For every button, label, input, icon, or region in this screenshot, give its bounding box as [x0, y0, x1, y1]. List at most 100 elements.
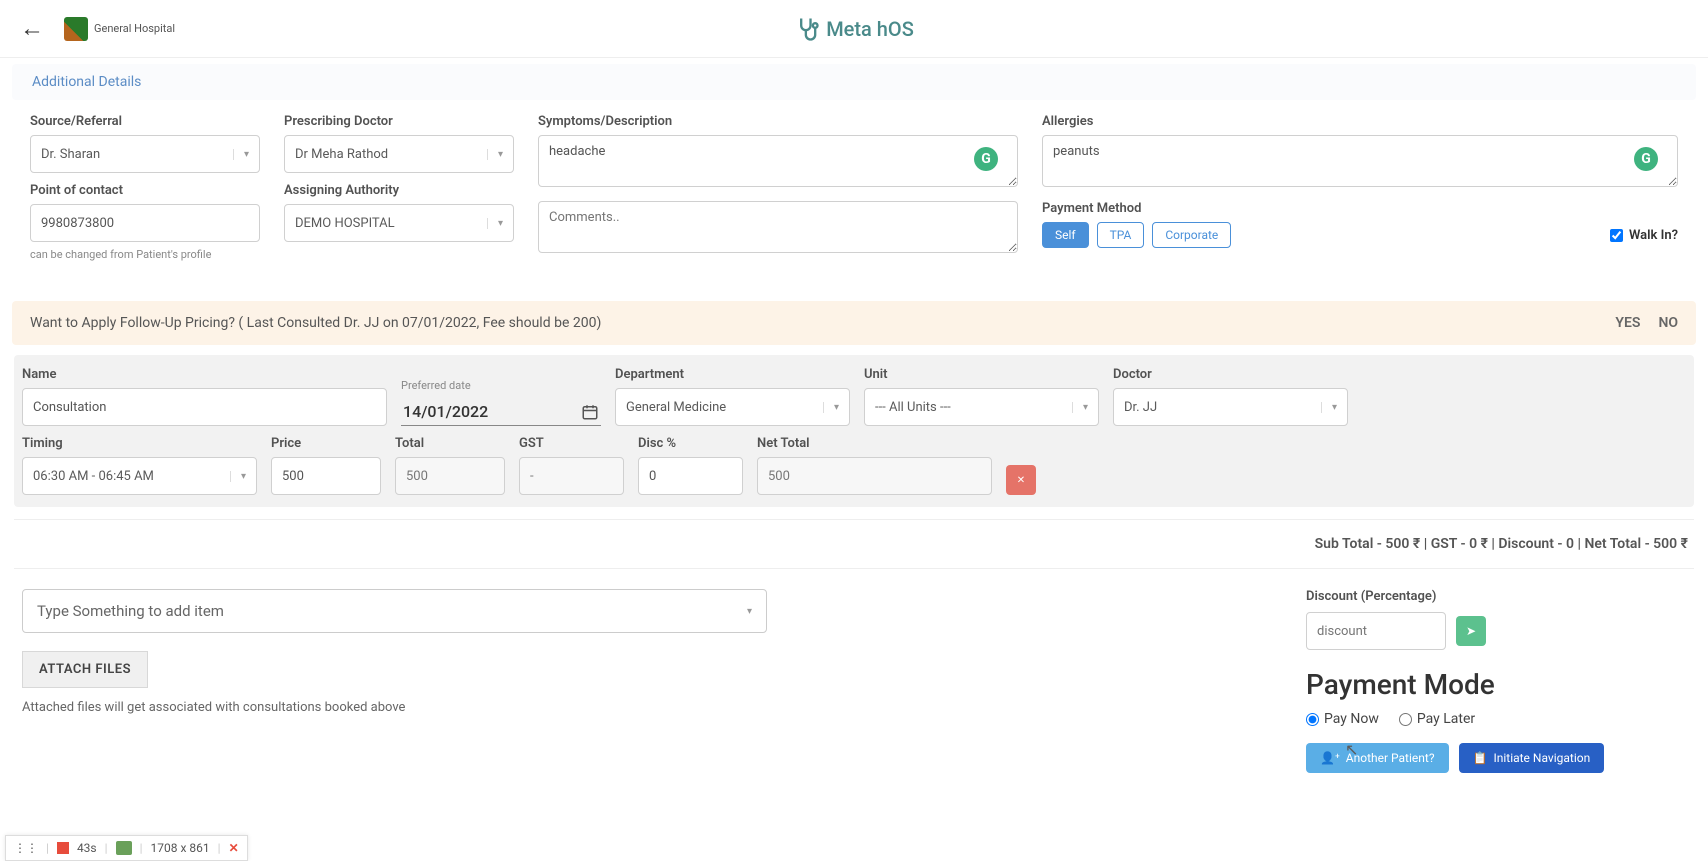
- select-doctor[interactable]: Dr. JJ ▾: [1113, 388, 1348, 426]
- label-gst: GST: [519, 436, 624, 451]
- label-prescribing-doctor: Prescribing Doctor: [284, 114, 514, 129]
- apply-discount-button[interactable]: ➤: [1456, 616, 1486, 646]
- label-discount: Discount (Percentage): [1306, 589, 1436, 604]
- label-assigning-authority: Assigning Authority: [284, 183, 514, 198]
- input-total: [395, 457, 505, 495]
- initiate-navigation-button[interactable]: 📋 Initiate Navigation: [1459, 743, 1605, 773]
- doctor-value: Dr. JJ: [1124, 400, 1157, 415]
- assigning-authority-value: DEMO HOSPITAL: [295, 216, 395, 231]
- grammarly-icon[interactable]: G: [974, 147, 998, 171]
- input-price[interactable]: [271, 457, 381, 495]
- select-source-referral[interactable]: Dr. Sharan ▾: [30, 135, 260, 173]
- prescribing-doctor-value: Dr Meha Rathod: [295, 147, 388, 162]
- divider: [14, 519, 1694, 520]
- totals-summary: Sub Total - 500 ₹ | GST - 0 ₹ | Discount…: [0, 532, 1708, 556]
- input-point-of-contact[interactable]: [30, 204, 260, 242]
- input-discount[interactable]: [1306, 612, 1446, 650]
- chevron-down-icon: ▾: [244, 149, 249, 160]
- label-payment-method: Payment Method: [1042, 201, 1678, 216]
- chevron-down-icon: ▾: [1083, 402, 1088, 413]
- calendar-icon: [581, 403, 599, 421]
- payment-mode-title: Payment Mode: [1306, 668, 1686, 701]
- payment-self-button[interactable]: Self: [1042, 222, 1089, 248]
- chevron-down-icon: ▾: [241, 471, 246, 482]
- label-item-name: Name: [22, 367, 387, 382]
- label-disc: Disc %: [638, 436, 743, 451]
- screen-recorder-bar[interactable]: ⋮⋮ | 43s | | 1708 x 861 | ✕: [5, 835, 248, 861]
- section-additional-details[interactable]: Additional Details: [12, 64, 1696, 100]
- input-net-total: [757, 457, 992, 495]
- label-preferred-date: Preferred date: [401, 379, 601, 392]
- close-icon[interactable]: ✕: [229, 841, 239, 855]
- divider: [14, 568, 1694, 569]
- department-value: General Medicine: [626, 400, 726, 415]
- select-prescribing-doctor[interactable]: Dr Meha Rathod ▾: [284, 135, 514, 173]
- user-plus-icon: 👤⁺: [1320, 751, 1340, 765]
- clipboard-icon: 📋: [1473, 751, 1488, 765]
- recorder-dimensions: 1708 x 861: [151, 841, 210, 855]
- attach-files-button[interactable]: ATTACH FILES: [22, 651, 148, 688]
- label-timing: Timing: [22, 436, 257, 451]
- brand-logo: Meta hOS: [794, 15, 914, 43]
- chevron-down-icon: ▾: [1332, 402, 1337, 413]
- grammarly-icon[interactable]: G: [1634, 147, 1658, 171]
- label-allergies: Allergies: [1042, 114, 1678, 129]
- walkin-checkbox-input[interactable]: [1610, 229, 1623, 242]
- label-total: Total: [395, 436, 505, 451]
- payment-corporate-button[interactable]: Corporate: [1152, 222, 1231, 248]
- hint-point-of-contact: can be changed from Patient's profile: [30, 248, 260, 261]
- attach-hint: Attached files will get associated with …: [22, 700, 1286, 715]
- hospital-name: General Hospital: [94, 22, 175, 35]
- pay-now-radio[interactable]: Pay Now: [1306, 711, 1379, 727]
- select-unit[interactable]: --- All Units --- ▾: [864, 388, 1099, 426]
- chevron-down-icon: ▾: [498, 218, 503, 229]
- back-arrow-icon[interactable]: ←: [20, 14, 44, 43]
- label-price: Price: [271, 436, 381, 451]
- input-disc[interactable]: [638, 457, 743, 495]
- source-referral-value: Dr. Sharan: [41, 147, 100, 162]
- brand-text: Meta hOS: [826, 17, 914, 41]
- label-source-referral: Source/Referral: [30, 114, 260, 129]
- chevron-down-icon: ▾: [834, 402, 839, 413]
- caret-down-icon: ▾: [747, 606, 752, 617]
- label-symptoms: Symptoms/Description: [538, 114, 1018, 129]
- consultation-item-panel: Name Preferred date 14/01/2022 Departmen…: [14, 355, 1694, 507]
- walkin-checkbox[interactable]: Walk In?: [1610, 228, 1678, 243]
- input-preferred-date[interactable]: 14/01/2022: [401, 398, 601, 426]
- followup-notice: Want to Apply Follow-Up Pricing? ( Last …: [12, 301, 1696, 345]
- payment-mode-group: Pay Now Pay Later: [1306, 711, 1686, 727]
- preferred-date-value: 14/01/2022: [403, 402, 488, 421]
- label-unit: Unit: [864, 367, 1099, 382]
- select-department[interactable]: General Medicine ▾: [615, 388, 850, 426]
- payment-tpa-button[interactable]: TPA: [1097, 222, 1145, 248]
- chevron-down-icon: ▾: [498, 149, 503, 160]
- app-header: ← General Hospital Meta hOS: [0, 0, 1708, 58]
- notice-text: Want to Apply Follow-Up Pricing? ( Last …: [30, 315, 601, 331]
- camera-icon[interactable]: [116, 841, 132, 855]
- another-patient-button[interactable]: 👤⁺ Another Patient?: [1306, 743, 1449, 773]
- delete-item-button[interactable]: ✕: [1006, 465, 1036, 495]
- recorder-time: 43s: [77, 841, 97, 855]
- textarea-comments[interactable]: [538, 201, 1018, 253]
- textarea-symptoms[interactable]: headache: [538, 135, 1018, 187]
- payment-method-group: Self TPA Corporate: [1042, 222, 1231, 248]
- unit-value: --- All Units ---: [875, 400, 951, 415]
- initiate-navigation-label: Initiate Navigation: [1493, 751, 1590, 765]
- pay-later-radio[interactable]: Pay Later: [1399, 711, 1475, 727]
- walkin-label: Walk In?: [1629, 228, 1678, 243]
- input-item-name[interactable]: [22, 388, 387, 426]
- hospital-logo: General Hospital: [64, 17, 175, 41]
- record-icon[interactable]: [57, 842, 69, 854]
- label-net-total: Net Total: [757, 436, 992, 451]
- select-timing[interactable]: 06:30 AM - 06:45 AM ▾: [22, 457, 257, 495]
- input-gst: [519, 457, 624, 495]
- notice-yes-button[interactable]: YES: [1615, 315, 1640, 331]
- label-department: Department: [615, 367, 850, 382]
- textarea-allergies[interactable]: peanuts: [1042, 135, 1678, 187]
- label-point-of-contact: Point of contact: [30, 183, 260, 198]
- drag-handle-icon[interactable]: ⋮⋮: [14, 841, 38, 855]
- details-panel: Source/Referral Dr. Sharan ▾ Point of co…: [0, 100, 1708, 271]
- add-item-combobox[interactable]: Type Something to add item ▾: [22, 589, 767, 633]
- select-assigning-authority[interactable]: DEMO HOSPITAL ▾: [284, 204, 514, 242]
- notice-no-button[interactable]: NO: [1658, 315, 1678, 331]
